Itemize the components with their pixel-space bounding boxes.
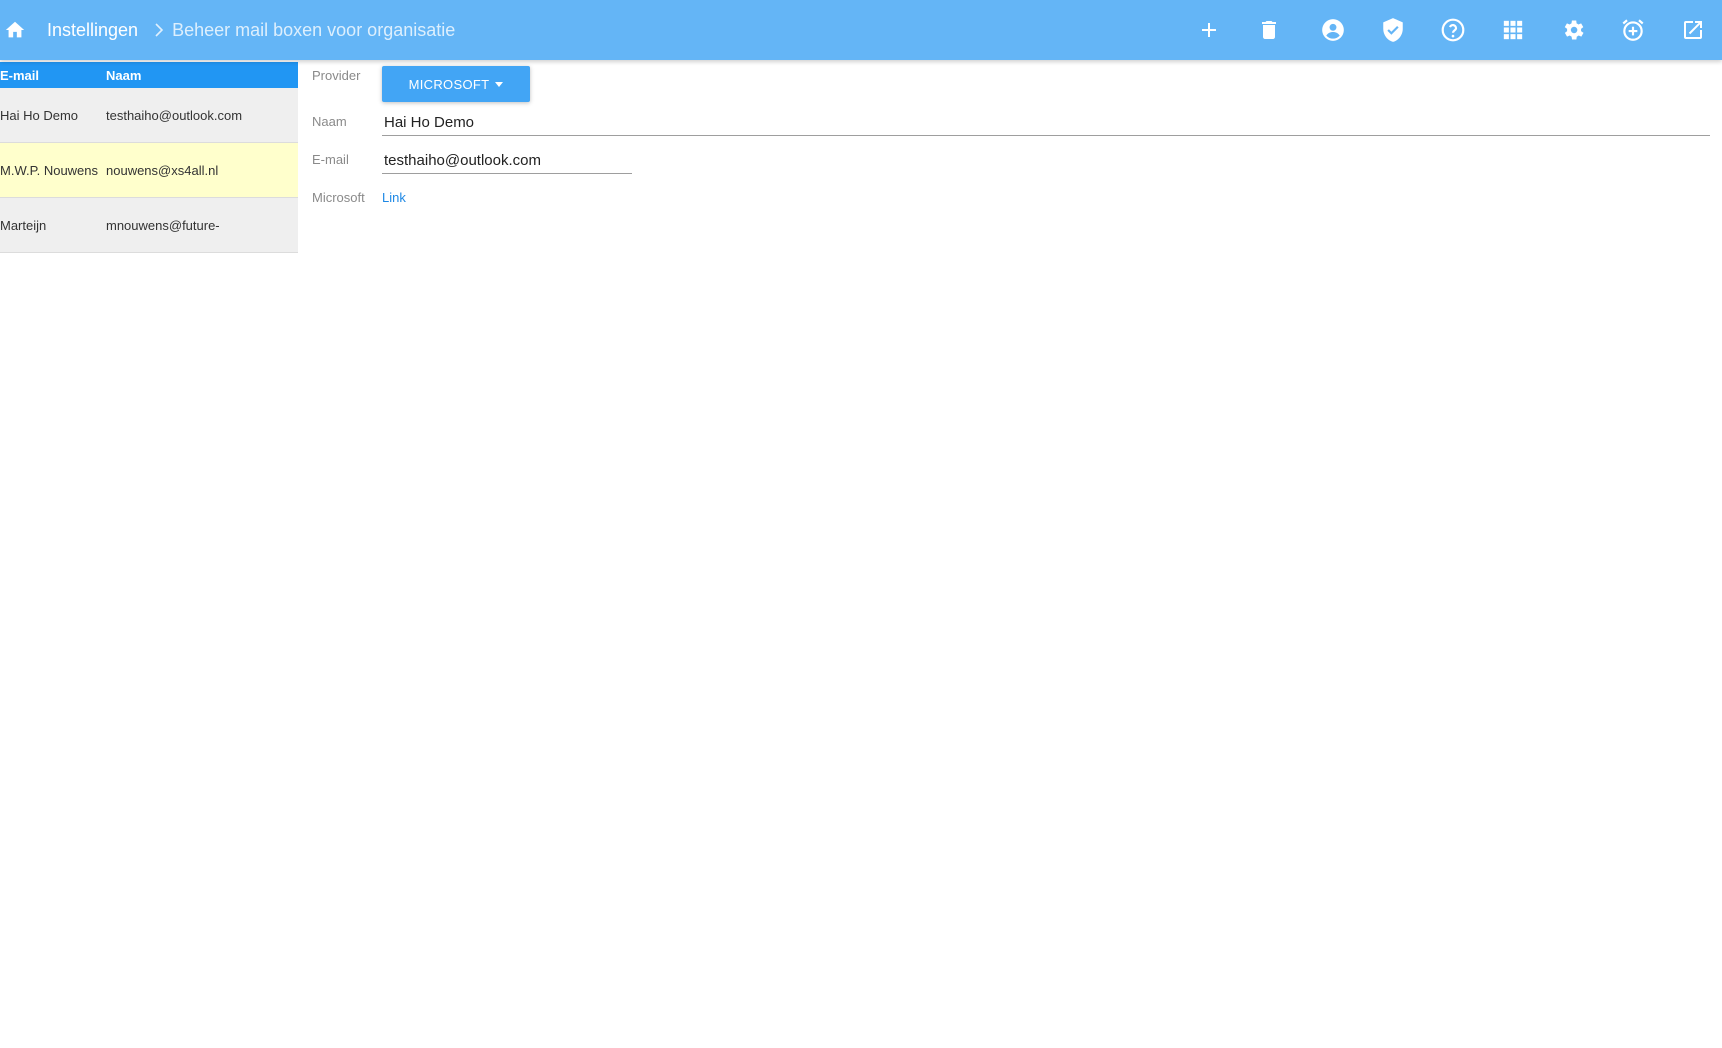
table-row[interactable]: Marteijn mnouwens@future- — [0, 198, 298, 253]
apps-grid-icon[interactable] — [1498, 15, 1528, 45]
breadcrumb-root[interactable]: Instellingen — [47, 20, 138, 41]
caret-down-icon — [495, 81, 504, 87]
add-icon[interactable] — [1194, 15, 1224, 45]
microsoft-link[interactable]: Link — [382, 190, 406, 205]
mailbox-list: E-mail Naam Hai Ho Demo testhaiho@outloo… — [0, 62, 298, 253]
provider-label: Provider — [312, 68, 361, 83]
naam-field[interactable]: Hai Ho Demo — [382, 110, 1710, 136]
provider-dropdown-button[interactable]: MICROSOFT — [382, 66, 530, 102]
microsoft-label: Microsoft — [312, 190, 365, 205]
gear-icon[interactable] — [1558, 15, 1588, 45]
column-header-naam[interactable]: Naam — [106, 68, 141, 83]
shield-check-icon[interactable] — [1378, 15, 1408, 45]
alarm-add-icon[interactable] — [1618, 15, 1648, 45]
table-row[interactable]: Hai Ho Demo testhaiho@outlook.com — [0, 88, 298, 143]
column-header-email[interactable]: E-mail — [0, 68, 106, 83]
naam-label: Naam — [312, 114, 347, 129]
provider-value: MICROSOFT — [408, 76, 490, 92]
open-external-icon[interactable] — [1678, 15, 1708, 45]
email-label: E-mail — [312, 152, 349, 167]
account-icon[interactable] — [1318, 15, 1348, 45]
top-bar: Instellingen Beheer mail boxen voor orga… — [0, 0, 1722, 60]
help-icon[interactable] — [1438, 15, 1468, 45]
row-cell: testhaiho@outlook.com — [106, 107, 243, 123]
email-field[interactable]: testhaiho@outlook.com — [382, 148, 632, 174]
delete-icon[interactable] — [1254, 15, 1284, 45]
list-header: E-mail Naam — [0, 62, 298, 88]
row-cell: nouwens@xs4all.nl — [106, 162, 219, 178]
chevron-right-icon — [154, 23, 164, 37]
table-row[interactable]: M.W.P. Nouwens nouwens@xs4all.nl — [0, 143, 298, 198]
row-cell: Marteijn — [0, 217, 47, 233]
home-icon[interactable] — [0, 15, 30, 45]
row-cell: mnouwens@future- — [106, 217, 220, 233]
row-cell: Hai Ho Demo — [0, 107, 79, 123]
row-cell: M.W.P. Nouwens — [0, 162, 99, 178]
breadcrumb-current: Beheer mail boxen voor organisatie — [172, 19, 456, 40]
